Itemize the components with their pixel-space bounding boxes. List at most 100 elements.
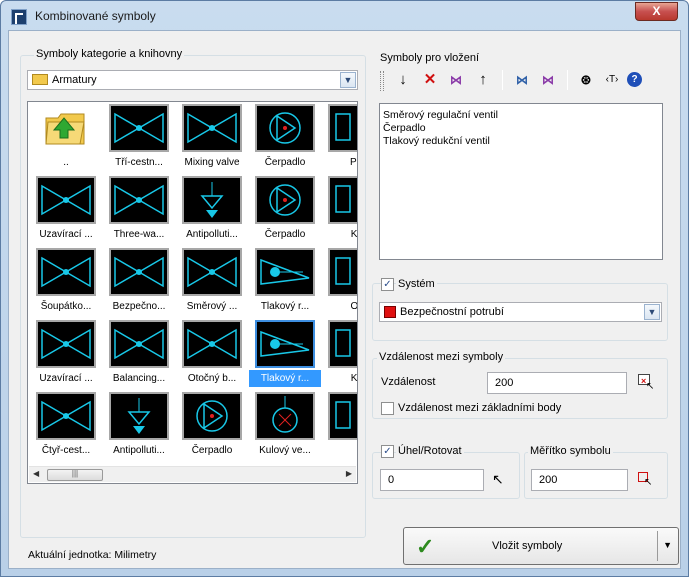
pick-scale-icon[interactable]: ↖ <box>637 471 655 489</box>
scale-input[interactable]: 200 <box>531 469 628 491</box>
symbol-item[interactable]: Antipolluti... <box>176 176 248 246</box>
symbol-item-label: Tlakový r... <box>260 301 310 312</box>
symbol-item[interactable]: Tlakový r... <box>249 320 321 390</box>
scroll-left-icon[interactable]: ◀ <box>33 469 39 478</box>
distance-label: Vzdálenost <box>381 376 436 388</box>
scroll-thumb[interactable]: ||| <box>47 469 103 481</box>
safety-valve-icon <box>109 248 169 296</box>
gate-valve-icon <box>36 248 96 296</box>
system-checkbox-label: Systém <box>396 278 437 290</box>
replace-symbol-icon[interactable]: ⋈ <box>537 69 559 91</box>
symbol-item[interactable]: Mixing valve <box>176 104 248 174</box>
symbol-item-label: Balancing... <box>112 373 166 384</box>
pick-distance-icon[interactable]: × ↖ <box>637 373 655 392</box>
title-bar: Kombinované symboly X <box>1 1 688 31</box>
antipollution-valve-icon <box>182 176 242 224</box>
list-item[interactable]: Tlakový redukční ventil <box>383 135 659 148</box>
status-text: Aktuální jednotka: Milimetry <box>28 549 157 561</box>
symbol-item[interactable]: Ovl <box>322 248 357 318</box>
three-way-valve-icon <box>109 104 169 152</box>
delete-icon[interactable]: ✕ <box>419 69 441 91</box>
symbol-item-label: Čerpadlo <box>191 445 233 456</box>
symbol-item[interactable]: Přír <box>322 104 357 174</box>
symbol-item-label: Antipolluti... <box>113 445 165 456</box>
insert-toolbar: ↓ ✕ ⋈ ↑ ⋈ ⋈ ⊛ ‹T› ? <box>375 67 665 93</box>
symbol-item-label: Uzavírací ... <box>39 373 93 384</box>
symbol-item-label: Šoupátko... <box>40 301 92 312</box>
symbol-icon <box>328 392 357 440</box>
symbol-item[interactable]: .. <box>30 104 102 174</box>
balancing-valve-icon <box>109 320 169 368</box>
chevron-down-icon[interactable]: ▼ <box>340 72 356 88</box>
symbol-item[interactable]: Balancing... <box>103 320 175 390</box>
insert-symbol-icon[interactable]: ⋈ <box>511 69 533 91</box>
folder-icon <box>32 74 48 85</box>
text-tag-icon[interactable]: ‹T› <box>601 69 623 91</box>
toolbar-separator <box>502 70 503 90</box>
symbol-item[interactable] <box>322 392 357 462</box>
symbol-icon <box>328 320 357 368</box>
symbol-grid[interactable]: .. Tří-cestn... Mixing valve Čerpadlo Přír Uz… <box>27 101 358 484</box>
distance-basepoints-label: Vzdálenost mezi základními body <box>398 402 562 414</box>
symbol-item-label: Směrový ... <box>186 301 238 312</box>
category-select[interactable]: Armatury ▼ <box>27 70 358 90</box>
symbol-item[interactable]: Tří-cestn... <box>103 104 175 174</box>
symbol-item[interactable]: Three-wa... <box>103 176 175 246</box>
pressure-valve-icon <box>255 320 315 368</box>
horizontal-scrollbar[interactable]: ◀ ||| ▶ <box>29 466 356 482</box>
symbol-item[interactable]: Uzavírací ... <box>30 320 102 390</box>
binoculars-icon[interactable]: ⊛ <box>575 69 597 91</box>
rotation-input[interactable]: 0 <box>380 469 484 491</box>
system-select[interactable]: Bezpečnostní potrubí ▼ <box>379 302 662 322</box>
scale-group-label: Měřítko symbolu <box>528 445 613 457</box>
symbol-item[interactable]: Čerpadlo <box>249 104 321 174</box>
symbol-item[interactable]: Antipolluti... <box>103 392 175 462</box>
list-item[interactable]: Čerpadlo <box>383 122 659 135</box>
symbol-item[interactable]: Bezpečno... <box>103 248 175 318</box>
symbol-item[interactable]: Kulový ve... <box>249 392 321 462</box>
insert-group-label: Symboly pro vložení <box>378 52 482 64</box>
symbol-item[interactable]: Tlakový r... <box>249 248 321 318</box>
symbol-item[interactable]: Směrový ... <box>176 248 248 318</box>
symbol-item[interactable]: Uzavírací ... <box>30 176 102 246</box>
symbol-item[interactable]: Čtyř-cest... <box>30 392 102 462</box>
move-down-icon[interactable]: ↓ <box>392 69 414 91</box>
symbol-item-label: Kulový ve... <box>259 445 311 456</box>
move-up-icon[interactable]: ↑ <box>472 69 494 91</box>
category-value: Armatury <box>52 74 97 86</box>
symbol-item[interactable]: Kal <box>322 320 357 390</box>
symbol-item-label: Tří-cestn... <box>115 157 163 168</box>
symbol-item-label <box>322 442 357 459</box>
rotation-checkbox[interactable]: ✓ <box>381 445 394 458</box>
symbol-item[interactable]: Kul <box>322 176 358 246</box>
valve-symbol-icon[interactable]: ⋈ <box>445 69 467 91</box>
rotary-valve-icon <box>182 320 242 368</box>
close-button[interactable]: X <box>635 2 678 21</box>
system-checkbox[interactable]: ✓ <box>381 278 394 291</box>
symbol-item[interactable]: Čerpadlo <box>176 392 248 462</box>
help-icon[interactable]: ? <box>627 72 642 87</box>
pump-icon <box>255 104 315 152</box>
insert-list[interactable]: Směrový regulační ventil Čerpadlo Tlakov… <box>379 103 663 260</box>
scroll-right-icon[interactable]: ▶ <box>346 469 352 478</box>
shutoff-valve-icon <box>36 320 96 368</box>
distance-input[interactable]: 200 <box>487 372 627 394</box>
dropdown-arrow-icon[interactable]: ▼ <box>663 540 672 550</box>
insert-symbols-button[interactable]: ✓ Vložit symboly ▼ <box>403 527 679 565</box>
symbol-item-label: Kul <box>350 229 358 240</box>
shutoff-valve-icon <box>36 176 96 224</box>
symbol-icon <box>328 176 357 224</box>
library-group-label: Symboly kategorie a knihovny <box>34 48 185 60</box>
symbol-item[interactable]: Čerpadlo <box>249 176 321 246</box>
pick-rotation-icon[interactable]: ↖ <box>492 470 510 488</box>
distance-basepoints-checkbox[interactable] <box>381 402 394 415</box>
chevron-down-icon[interactable]: ▼ <box>644 304 660 320</box>
symbol-item[interactable]: Otočný b... <box>176 320 248 390</box>
symbol-item-label: Antipolluti... <box>186 229 238 240</box>
three-way-valve-icon <box>109 176 169 224</box>
list-item[interactable]: Směrový regulační ventil <box>383 109 659 122</box>
checkmark-icon: ✓ <box>416 534 435 559</box>
symbol-item-label: Čerpadlo <box>264 157 306 168</box>
symbol-item[interactable]: Šoupátko... <box>30 248 102 318</box>
symbol-item-label: Uzavírací ... <box>39 229 93 240</box>
